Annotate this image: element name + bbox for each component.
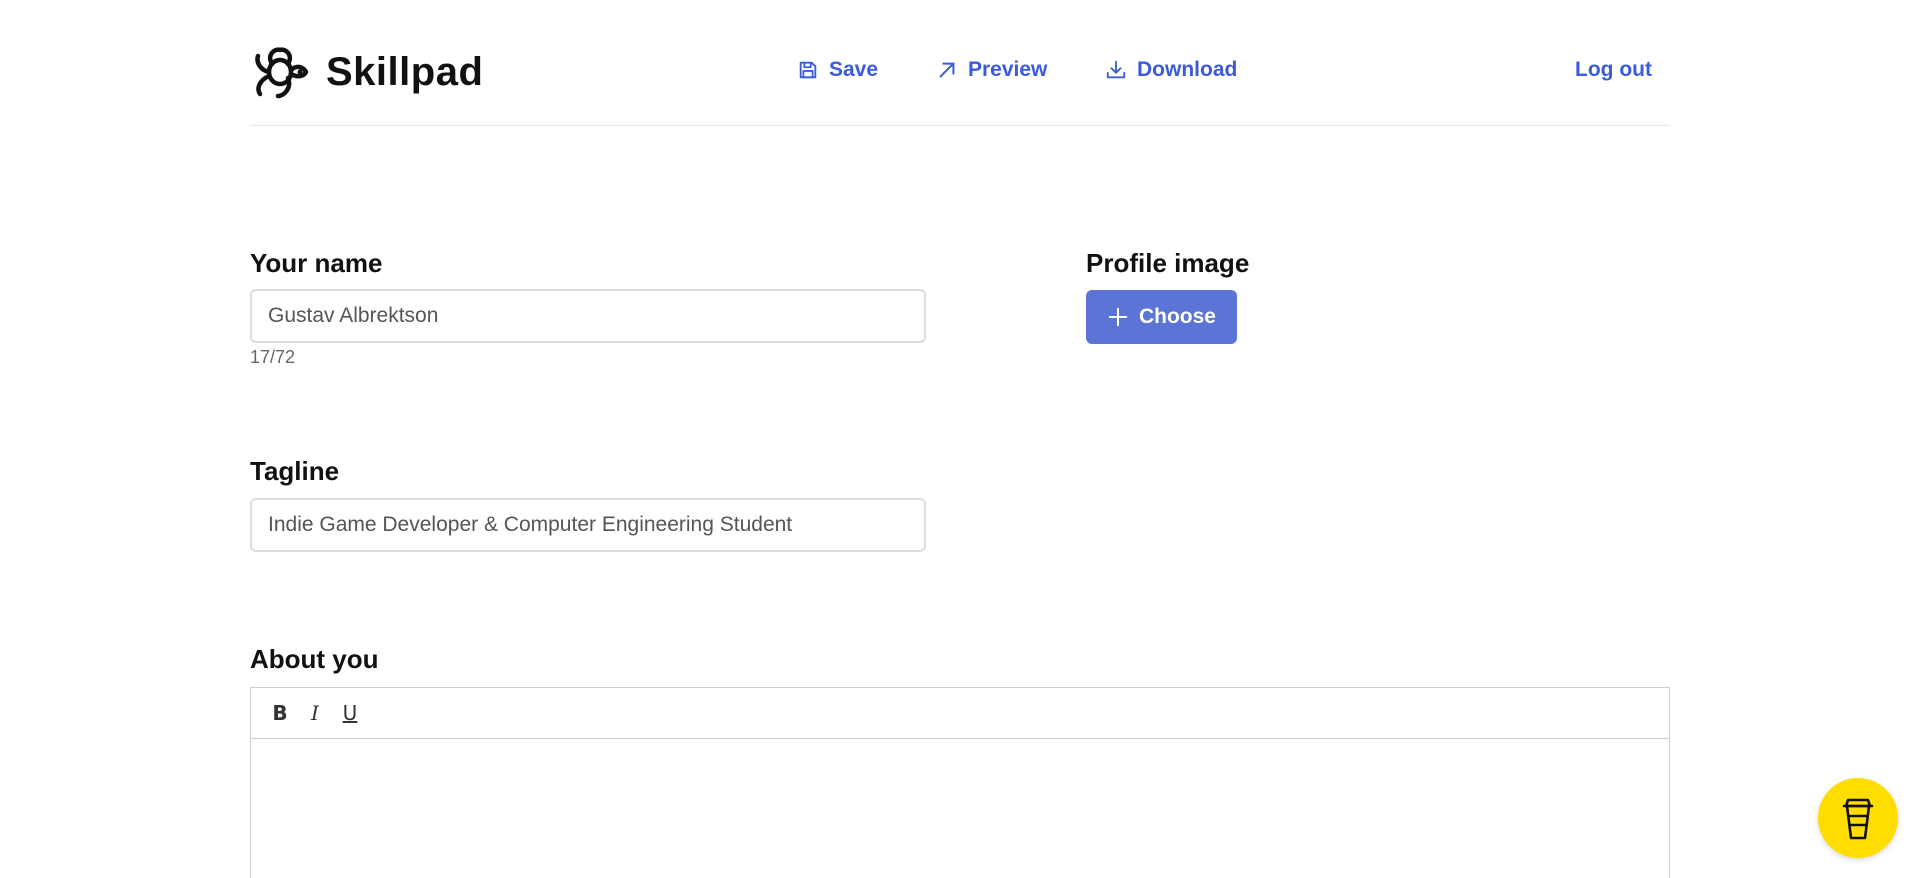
logout-link[interactable]: Log out <box>1575 58 1652 82</box>
editor-toolbar: B I U <box>251 688 1669 739</box>
floppy-disk-icon <box>799 61 817 79</box>
page: Skillpad Save Preview Download Log out Y… <box>0 0 1920 878</box>
profile-image-label: Profile image <box>1086 248 1250 278</box>
tagline-input[interactable] <box>250 498 926 552</box>
brand-name: Skillpad <box>326 49 484 94</box>
tagline-label: Tagline <box>250 456 340 486</box>
brand-home-link[interactable]: Skillpad <box>250 40 483 104</box>
top-header: Skillpad Save Preview Download Log out <box>250 0 1670 126</box>
preview-button[interactable]: Preview <box>936 58 1047 82</box>
logout-label: Log out <box>1575 58 1652 81</box>
download-icon <box>1106 60 1126 79</box>
about-label: About you <box>250 644 379 674</box>
download-label: Download <box>1137 58 1238 81</box>
save-button[interactable]: Save <box>797 58 878 82</box>
bold-button[interactable]: B <box>265 698 295 728</box>
choose-image-button[interactable]: Choose <box>1086 290 1237 344</box>
name-char-counter: 17/72 <box>250 347 296 367</box>
about-text-area[interactable] <box>251 739 1669 878</box>
preview-label: Preview <box>968 58 1048 81</box>
save-label: Save <box>829 58 879 81</box>
underline-button[interactable]: U <box>335 698 365 728</box>
about-editor: B I U <box>250 687 1670 878</box>
coffee-cup-icon <box>1842 798 1874 840</box>
arrow-up-right-icon <box>939 62 955 78</box>
plus-icon <box>1108 307 1128 327</box>
turtle-logo-icon <box>255 47 309 99</box>
italic-button[interactable]: I <box>300 698 330 728</box>
name-input[interactable] <box>250 289 926 343</box>
name-label: Your name <box>250 248 383 278</box>
download-button[interactable]: Download <box>1105 58 1237 82</box>
choose-label: Choose <box>1138 305 1216 328</box>
buy-me-a-coffee-button[interactable] <box>1818 778 1898 858</box>
